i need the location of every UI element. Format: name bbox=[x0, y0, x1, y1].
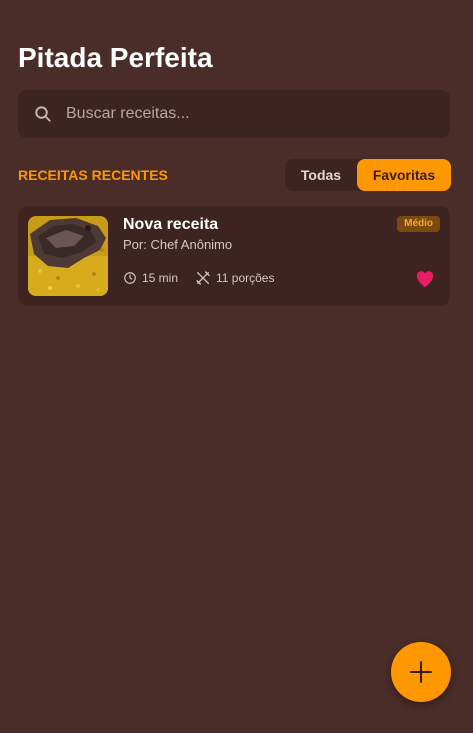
search-input[interactable] bbox=[64, 104, 428, 124]
filter-all-button[interactable]: Todas bbox=[285, 159, 357, 191]
recipe-author: Por: Chef Anônimo bbox=[123, 237, 233, 252]
app-title: Pitada Perfeita bbox=[18, 42, 213, 73]
recipe-thumbnail bbox=[28, 216, 108, 296]
filter-favorites-button[interactable]: Favoritas bbox=[357, 159, 451, 191]
filter-toggle: Todas Favoritas bbox=[285, 159, 451, 191]
search-bar[interactable] bbox=[18, 90, 450, 138]
recipe-servings-text: 11 porções bbox=[216, 271, 275, 285]
utensils-icon bbox=[196, 271, 210, 285]
recipe-servings: 11 porções bbox=[195, 270, 274, 286]
favorite-button[interactable] bbox=[414, 268, 436, 290]
clock-icon bbox=[124, 272, 136, 284]
search-icon bbox=[35, 106, 51, 122]
recipe-name: Nova receita bbox=[123, 216, 219, 233]
recipe-time-text: 15 min bbox=[142, 271, 179, 285]
heart-icon bbox=[416, 271, 434, 288]
section-title: RECEITAS RECENTES bbox=[18, 167, 168, 183]
plus-icon bbox=[410, 661, 432, 683]
recipe-time: 15 min bbox=[123, 270, 178, 286]
add-recipe-button[interactable] bbox=[391, 642, 451, 702]
difficulty-badge: Médio bbox=[397, 216, 440, 232]
recipe-card[interactable]: Nova receita Por: Chef Anônimo Médio 15 … bbox=[18, 206, 450, 306]
